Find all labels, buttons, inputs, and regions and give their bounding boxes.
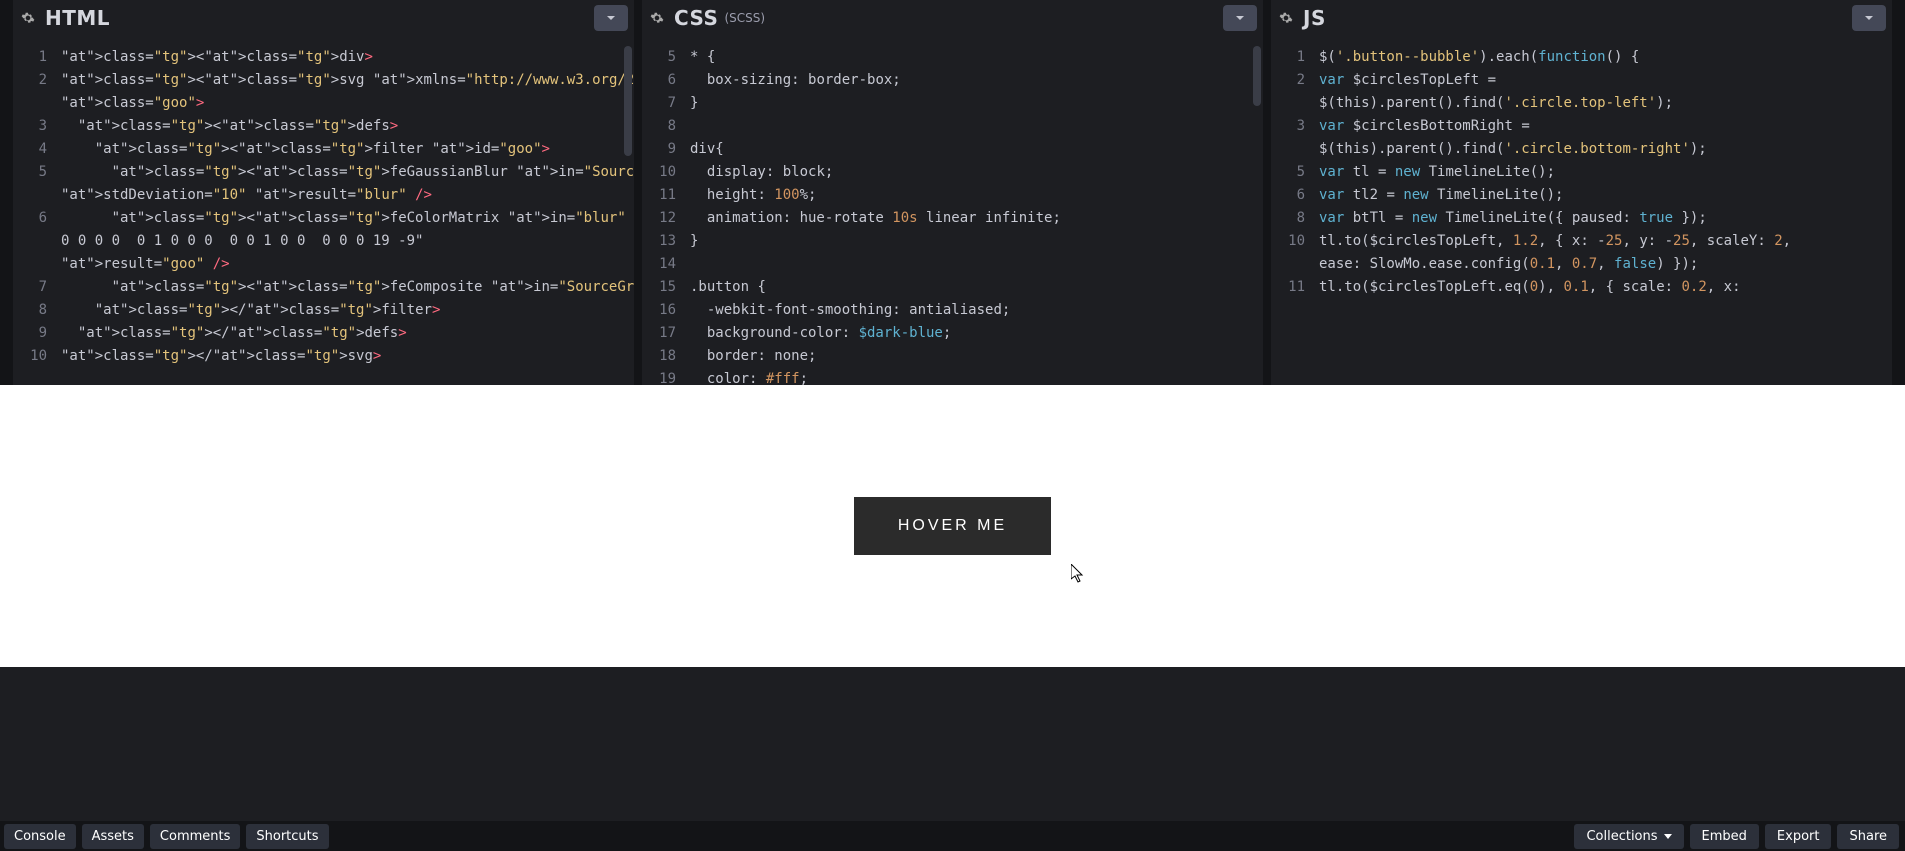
shortcuts-button[interactable]: Shortcuts	[246, 824, 328, 849]
hover-me-button[interactable]: HOVER ME	[854, 497, 1051, 555]
html-gutter: 12345678910	[13, 36, 57, 385]
chevron-down-icon	[606, 13, 616, 23]
assets-button[interactable]: Assets	[82, 824, 144, 849]
preview-pane: HOVER ME	[0, 385, 1905, 667]
scrollbar[interactable]	[624, 46, 632, 156]
js-pane-title: JS	[1303, 6, 1326, 30]
css-pane-subtitle: (SCSS)	[724, 11, 765, 25]
chevron-down-icon	[1235, 13, 1245, 23]
js-editor[interactable]: 1235681011 $('.button--bubble').each(fun…	[1271, 36, 1892, 385]
js-source[interactable]: $('.button--bubble').each(function() {va…	[1315, 36, 1892, 385]
html-pane-header: HTML	[13, 0, 634, 36]
css-pane-header: CSS (SCSS)	[642, 0, 1263, 36]
css-pane-dropdown[interactable]	[1223, 5, 1257, 31]
dropdown-triangle-icon	[1664, 834, 1672, 839]
editor-row: HTML 12345678910 "at">class="tg"><"at">c…	[0, 0, 1905, 385]
share-button[interactable]: Share	[1837, 824, 1899, 849]
html-pane: HTML 12345678910 "at">class="tg"><"at">c…	[13, 0, 634, 385]
chevron-down-icon	[1864, 13, 1874, 23]
console-button[interactable]: Console	[4, 824, 76, 849]
js-pane-dropdown[interactable]	[1852, 5, 1886, 31]
gear-icon[interactable]	[21, 11, 35, 25]
html-pane-title: HTML	[45, 6, 110, 30]
comments-button[interactable]: Comments	[150, 824, 240, 849]
html-source[interactable]: "at">class="tg"><"at">class="tg">div>"at…	[57, 36, 634, 385]
footer-bar: Console Assets Comments Shortcuts Collec…	[0, 821, 1905, 851]
js-gutter: 1235681011	[1271, 36, 1315, 385]
css-source[interactable]: * { box-sizing: border-box;}div{ display…	[686, 36, 1263, 385]
js-pane: JS 1235681011 $('.button--bubble').each(…	[1271, 0, 1892, 385]
export-button[interactable]: Export	[1765, 824, 1832, 849]
css-pane: CSS (SCSS) 5678910111213141516171819 * {…	[642, 0, 1263, 385]
embed-button[interactable]: Embed	[1690, 824, 1759, 849]
gear-icon[interactable]	[1279, 11, 1293, 25]
scrollbar[interactable]	[1253, 46, 1261, 106]
css-gutter: 5678910111213141516171819	[642, 36, 686, 385]
css-pane-title: CSS	[674, 6, 718, 30]
html-pane-dropdown[interactable]	[594, 5, 628, 31]
html-editor[interactable]: 12345678910 "at">class="tg"><"at">class=…	[13, 36, 634, 385]
css-editor[interactable]: 5678910111213141516171819 * { box-sizing…	[642, 36, 1263, 385]
collections-dropdown[interactable]: Collections	[1574, 824, 1683, 849]
js-pane-header: JS	[1271, 0, 1892, 36]
gear-icon[interactable]	[650, 11, 664, 25]
